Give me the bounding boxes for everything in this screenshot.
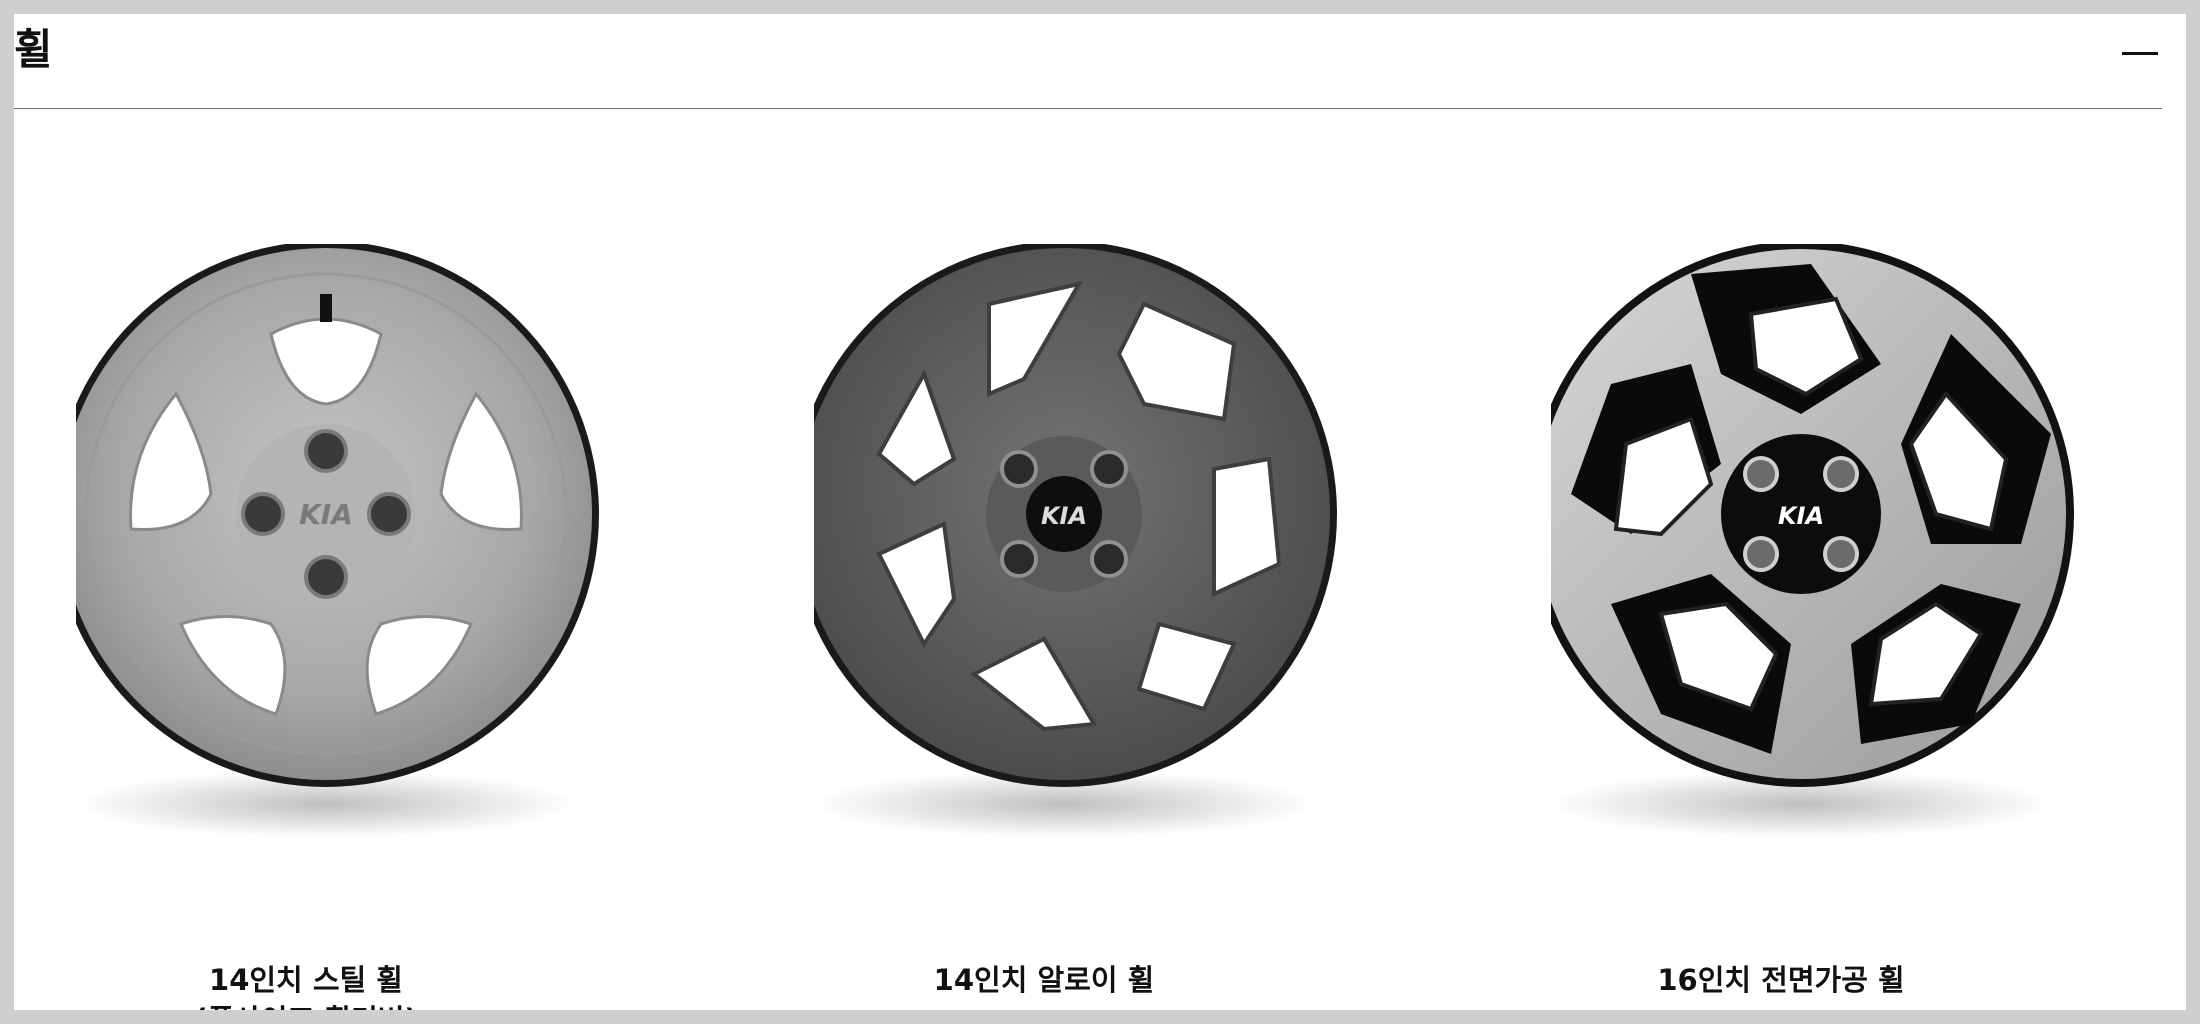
wheel-name-line1: 16인치 전면가공 휠 [1657, 963, 1905, 997]
wheel-name-line2: (풀사이즈 휠커버) [14, 1000, 646, 1010]
svg-text:KIA: KIA [1041, 502, 1087, 530]
wheel-option-machined[interactable]: KIA 16인치 전면가공 휠 [1511, 244, 2131, 1010]
minus-icon [2122, 52, 2158, 55]
wheel-option-steel[interactable]: KIA 14인치 스틸 휠 (풀사이즈 휠커버) [36, 244, 656, 1010]
svg-text:KIA: KIA [1778, 502, 1824, 530]
wheel-name: 14인치 알로이 휠 [704, 960, 1384, 1000]
section-title: 휠 [14, 25, 53, 74]
wheel-name: 16인치 전면가공 휠 [1441, 960, 2121, 1000]
collapse-button[interactable] [2118, 38, 2162, 68]
wheel-alloy-gray-icon: KIA [814, 244, 1374, 844]
section-header[interactable]: 휠 [14, 14, 2162, 109]
wheel-name: 14인치 스틸 휠 (풀사이즈 휠커버) [14, 960, 646, 1010]
wheel-name-line1: 14인치 스틸 휠 [209, 963, 403, 997]
wheel-machined-black-icon: KIA [1551, 244, 2111, 844]
wheel-option-alloy[interactable]: KIA 14인치 알로이 휠 [774, 244, 1394, 1010]
wheel-steel-silver-icon: KIA [76, 244, 636, 844]
wheel-section: 휠 KIA 14인치 스틸 휠 KIA 14인치 알로이 휠 KIA 16인치 … [14, 14, 2186, 1010]
wheel-name-line1: 14인치 알로이 휠 [933, 963, 1155, 997]
svg-text:KIA: KIA [299, 498, 353, 531]
